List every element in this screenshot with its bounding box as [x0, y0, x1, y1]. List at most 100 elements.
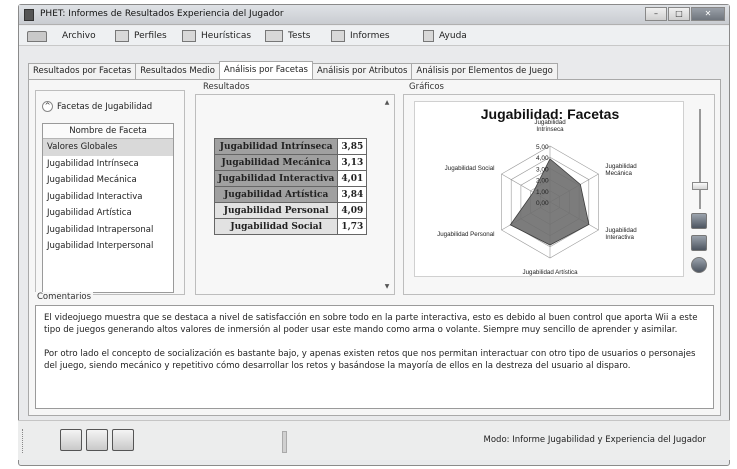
folder-icon — [27, 30, 47, 42]
status-mode-text: Modo: Informe Jugabilidad y Experiencia … — [483, 435, 706, 445]
zoom-slider-thumb[interactable] — [692, 182, 708, 190]
menu-informes[interactable]: Informes — [331, 29, 390, 43]
status-bar: Modo: Informe Jugabilidad y Experiencia … — [18, 420, 730, 460]
radar-tick-label: 0,00 — [536, 200, 549, 207]
chart-icon — [331, 30, 345, 42]
menu-perfiles[interactable]: Perfiles — [115, 29, 167, 43]
tab-analisis-elementos[interactable]: Análisis por Elementos de Juego — [411, 63, 558, 79]
bar-chart-icon[interactable] — [691, 213, 707, 229]
radar-category-label: Jugabilidad Intrínseca — [534, 119, 566, 133]
result-name: Jugabilidad Intrínseca — [213, 138, 339, 155]
table-row: Jugabilidad Social 1,73 — [213, 218, 368, 235]
list-item[interactable]: Jugabilidad Mecánica — [43, 172, 173, 189]
list-item[interactable]: Jugabilidad Interactiva — [43, 189, 173, 206]
radar-chart: Jugabilidad: Facetas 0,00 1,00 2,00 3,00 4,0… — [414, 101, 684, 277]
result-name: Jugabilidad Interactiva — [213, 170, 339, 187]
results-group: Jugabilidad Intrínseca 3,85 Jugabilidad … — [195, 94, 395, 295]
chevron-up-icon: ^ — [42, 101, 53, 112]
radar-series-area — [509, 158, 590, 246]
radar-tick-label: 4,00 — [536, 155, 549, 162]
result-name: Jugabilidad Artística — [213, 186, 339, 203]
facets-group: ^ Facetas de Jugabilidad Nombre de Facet… — [35, 90, 185, 295]
app-icon — [24, 9, 34, 21]
facet-list[interactable]: Nombre de Faceta Valores Globales Jugabi… — [42, 123, 174, 293]
result-value: 3,84 — [337, 186, 368, 203]
maximize-icon[interactable]: □ — [668, 7, 690, 21]
result-value: 4,01 — [337, 170, 368, 187]
tab-resultados-facetas[interactable]: Resultados por Facetas — [28, 63, 137, 79]
book-icon — [423, 30, 434, 42]
comments-label: Comentarios — [35, 292, 94, 302]
menu-label: Informes — [350, 31, 390, 41]
menu-ayuda[interactable]: Ayuda — [423, 29, 467, 43]
results-scrollbar[interactable]: ▲ ▼ — [382, 99, 392, 290]
scroll-down-icon[interactable]: ▼ — [382, 283, 392, 290]
menu-label: Heurísticas — [201, 31, 252, 41]
result-name: Jugabilidad Social — [213, 218, 339, 235]
menu-label: Tests — [288, 31, 311, 41]
menu-label: Perfiles — [134, 31, 167, 41]
table-row: Jugabilidad Mecánica 3,13 — [213, 154, 368, 171]
print-icon[interactable] — [112, 429, 134, 451]
list-item[interactable]: Valores Globales — [43, 139, 173, 156]
users-icon — [115, 30, 129, 42]
radar-category-label: Jugabilidad Artística — [522, 269, 578, 276]
radar-category-label: Jugabilidad Mecánica — [605, 163, 637, 177]
menu-heuristicas[interactable]: Heurísticas — [182, 29, 251, 43]
radar-tick-label: 1,00 — [536, 189, 549, 196]
pie-chart-icon[interactable] — [691, 257, 707, 273]
graphs-group: Jugabilidad: Facetas 0,00 1,00 2,00 3,00 4,0… — [403, 94, 715, 295]
list-icon — [182, 30, 196, 42]
scroll-up-icon[interactable]: ▲ — [382, 99, 392, 106]
facets-toggle[interactable]: ^ Facetas de Jugabilidad — [42, 101, 152, 112]
menu-label: Archivo — [62, 31, 96, 41]
list-item[interactable]: Jugabilidad Intrínseca — [43, 156, 173, 173]
facet-list-header: Nombre de Faceta — [43, 124, 173, 139]
comments-textarea[interactable]: El videojuego muestra que se destaca a n… — [35, 305, 714, 409]
result-value: 3,85 — [337, 138, 368, 155]
result-name: Jugabilidad Personal — [213, 202, 339, 219]
open-folder-icon[interactable] — [60, 429, 82, 451]
radar-tick-label: 3,00 — [536, 166, 549, 173]
tab-panel: ^ Facetas de Jugabilidad Nombre de Facet… — [28, 79, 721, 416]
column-chart-icon[interactable] — [691, 235, 707, 251]
status-splitter[interactable] — [282, 431, 287, 453]
table-row: Jugabilidad Interactiva 4,01 — [213, 170, 368, 187]
window-controls: – □ ✕ — [645, 7, 725, 21]
menu-tests[interactable]: Tests — [265, 29, 310, 43]
list-item[interactable]: Jugabilidad Artística — [43, 205, 173, 222]
result-value: 1,73 — [337, 218, 368, 235]
save-icon[interactable] — [86, 429, 108, 451]
menu-label: Ayuda — [439, 31, 467, 41]
close-icon[interactable]: ✕ — [691, 7, 725, 21]
zoom-slider-track — [699, 109, 701, 209]
radar-category-label: Jugabilidad Interactiva — [605, 227, 637, 241]
minimize-icon[interactable]: – — [645, 7, 667, 21]
menu-archivo[interactable]: Archivo — [27, 29, 96, 43]
tab-strip: Resultados por Facetas Resultados Medio … — [28, 61, 558, 79]
comment-paragraph: El videojuego muestra que se destaca a n… — [44, 313, 698, 335]
comment-paragraph: Por otro lado el concepto de socializaci… — [44, 349, 696, 371]
table-row: Jugabilidad Intrínseca 3,85 — [213, 138, 368, 155]
title-bar: PHET: Informes de Resultados Experiencia… — [19, 5, 729, 25]
table-row: Jugabilidad Personal 4,09 — [213, 202, 368, 219]
tab-analisis-facetas[interactable]: Análisis por Facetas — [218, 61, 313, 79]
result-value: 4,09 — [337, 202, 368, 219]
list-item[interactable]: Jugabilidad Interpersonal — [43, 238, 173, 255]
list-item[interactable]: Jugabilidad Intrapersonal — [43, 222, 173, 239]
result-value: 3,13 — [337, 154, 368, 171]
result-name: Jugabilidad Mecánica — [213, 154, 339, 171]
tab-resultados-medio[interactable]: Resultados Medio — [135, 63, 220, 79]
results-table: Jugabilidad Intrínseca 3,85 Jugabilidad … — [213, 138, 368, 235]
radar-category-label: Jugabilidad Social — [445, 165, 495, 172]
radar-tick-label: 5,00 — [536, 144, 549, 151]
results-label: Resultados — [201, 82, 252, 92]
table-row: Jugabilidad Artística 3,84 — [213, 186, 368, 203]
tab-analisis-atributos[interactable]: Análisis por Atributos — [311, 63, 413, 79]
grid-icon — [265, 30, 283, 42]
radar-tick-label: 2,00 — [536, 178, 549, 185]
graphs-label: Gráficos — [407, 82, 446, 92]
menu-bar: Archivo Perfiles Heurísticas Tests Infor… — [19, 26, 729, 46]
window-title: PHET: Informes de Resultados Experiencia… — [40, 9, 284, 19]
toolbar-grip — [22, 429, 26, 453]
